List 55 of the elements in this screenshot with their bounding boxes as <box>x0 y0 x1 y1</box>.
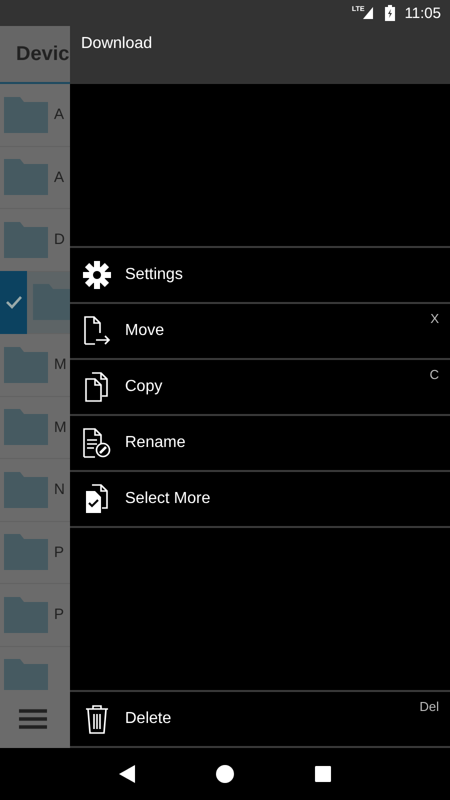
home-icon[interactable] <box>216 765 234 783</box>
file-row[interactable]: M <box>0 396 70 459</box>
file-name: M <box>54 356 66 374</box>
menu-icon[interactable] <box>19 709 47 729</box>
file-name: M <box>54 418 66 436</box>
folder-icon <box>4 159 48 196</box>
menu-item[interactable]: Move X <box>70 304 450 360</box>
folder-icon <box>33 284 70 320</box>
file-row[interactable]: P <box>0 522 70 584</box>
menu-item[interactable]: Select More <box>70 472 450 528</box>
menu-item[interactable]: Rename <box>70 416 450 472</box>
check-icon <box>0 271 27 334</box>
file-arrow-icon <box>83 316 111 346</box>
file-row[interactable]: D <box>0 209 70 272</box>
menu-label: Settings <box>125 266 183 284</box>
folder-icon <box>4 409 48 446</box>
folder-icon <box>4 596 48 633</box>
file-row[interactable]: P <box>0 584 70 646</box>
settings-icon <box>83 261 111 289</box>
battery-charging-icon <box>384 5 395 21</box>
file-row[interactable]: N <box>0 459 70 522</box>
menu-label: Copy <box>125 378 162 396</box>
document-pencil-icon <box>83 428 111 458</box>
file-row[interactable]: A <box>0 146 70 209</box>
folder-icon <box>4 96 48 133</box>
file-name: A <box>54 168 64 186</box>
shortcut-key: Del <box>419 699 439 714</box>
folder-icon <box>4 346 48 383</box>
menu-label: Move <box>125 322 164 340</box>
menu-item[interactable]: Copy C <box>70 360 450 416</box>
recents-icon[interactable] <box>315 766 332 782</box>
folder-icon <box>4 534 48 570</box>
file-row[interactable]: M <box>0 334 70 396</box>
app-title: Devic <box>16 42 70 66</box>
clock-time: 11:05 <box>404 4 441 22</box>
menu-label: Rename <box>125 434 186 452</box>
back-icon[interactable] <box>118 765 135 783</box>
file-name: N <box>54 481 65 498</box>
menu-item[interactable]: Settings <box>70 248 450 304</box>
file-name: D <box>54 231 65 248</box>
file-name: P <box>54 544 64 561</box>
signal-icon <box>362 7 373 19</box>
drawer-title: Download <box>81 35 152 52</box>
shortcut-key: C <box>430 367 439 382</box>
menu-label: Select More <box>125 490 210 508</box>
file-name: A <box>54 106 64 124</box>
folder-icon <box>4 472 48 508</box>
copy-icon <box>83 372 111 402</box>
shortcut-key: X <box>430 311 439 326</box>
document-check-icon <box>83 484 111 514</box>
file-name: P <box>54 606 64 624</box>
folder-icon <box>4 222 48 258</box>
trash-icon <box>83 704 111 734</box>
file-row[interactable]: A <box>0 84 70 146</box>
menu-label: Delete <box>125 710 172 728</box>
